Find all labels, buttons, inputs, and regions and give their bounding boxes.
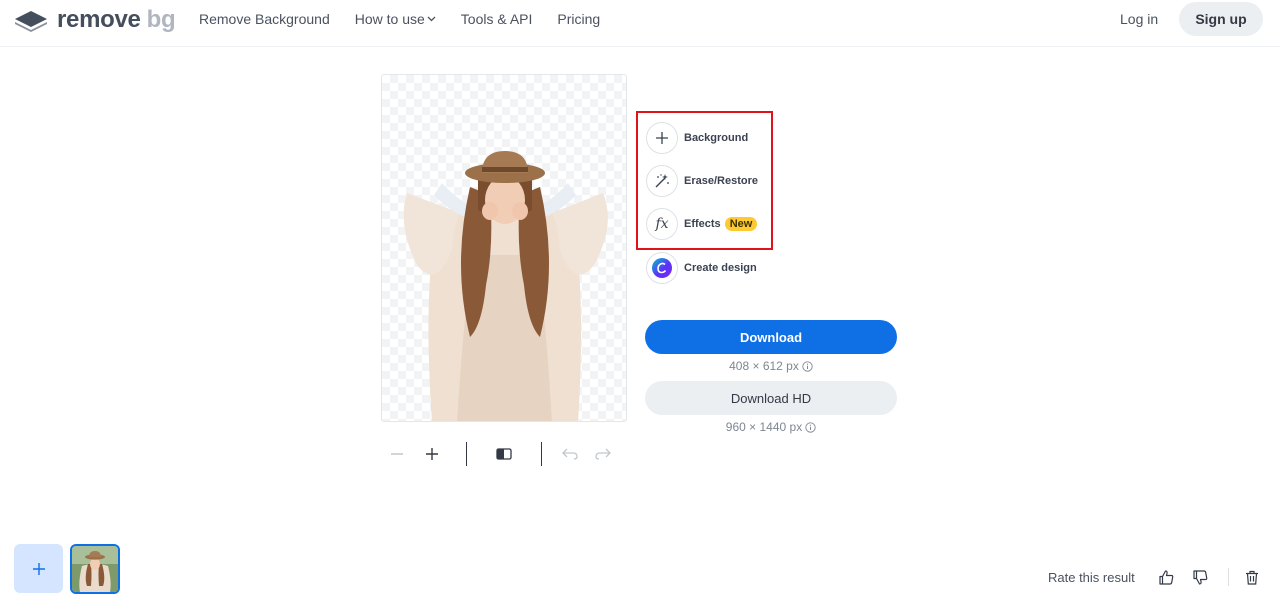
compare-icon[interactable] bbox=[494, 444, 514, 464]
main-nav: Remove Background How to use Tools & API… bbox=[199, 0, 625, 37]
top-navbar: remove bg Remove Background How to use To… bbox=[0, 0, 1280, 47]
tool-erase-restore[interactable]: Erase/Restore bbox=[646, 165, 758, 197]
download-hd-button[interactable]: Download HD bbox=[645, 381, 897, 415]
download-size-text: 408 × 612 px bbox=[729, 359, 799, 373]
nav-how-to-use-label: How to use bbox=[354, 10, 425, 27]
nav-pricing[interactable]: Pricing bbox=[557, 11, 600, 27]
tool-background[interactable]: Background bbox=[646, 122, 748, 154]
download-size: 408 × 612 px bbox=[645, 359, 897, 373]
logo[interactable]: remove bg bbox=[14, 6, 176, 34]
nav-how-to-use[interactable]: How to use bbox=[355, 11, 436, 27]
result-image-preview[interactable] bbox=[381, 74, 627, 422]
info-icon[interactable] bbox=[802, 360, 813, 372]
logo-icon bbox=[15, 11, 47, 32]
logo-text-remove: remove bbox=[57, 6, 141, 33]
trash-icon[interactable] bbox=[1243, 568, 1261, 586]
plus-icon bbox=[32, 562, 45, 575]
new-badge: New bbox=[724, 217, 758, 231]
toolbar-divider bbox=[541, 442, 542, 466]
toolbar-divider bbox=[466, 442, 467, 466]
nav-tools-api[interactable]: Tools & API bbox=[461, 11, 533, 27]
image-thumbnail[interactable] bbox=[70, 544, 120, 594]
fx-icon: fx bbox=[646, 208, 678, 240]
nav-remove-background[interactable]: Remove Background bbox=[199, 11, 330, 27]
thumbnail-photo bbox=[72, 546, 118, 592]
thumbs-up-icon[interactable] bbox=[1157, 568, 1175, 586]
login-link[interactable]: Log in bbox=[1120, 11, 1158, 27]
tool-background-label: Background bbox=[684, 132, 749, 144]
undo-icon[interactable] bbox=[560, 444, 580, 464]
info-icon[interactable] bbox=[805, 421, 816, 433]
zoom-toolbar bbox=[381, 440, 627, 468]
signup-button[interactable]: Sign up bbox=[1179, 2, 1263, 36]
tool-create-design-label: Create design bbox=[684, 262, 757, 274]
add-image-button[interactable] bbox=[14, 544, 63, 593]
plus-icon bbox=[646, 122, 678, 154]
download-button[interactable]: Download bbox=[645, 320, 897, 354]
tool-effects[interactable]: fx Effects New bbox=[646, 208, 758, 240]
download-hd-size: 960 × 1440 px bbox=[645, 420, 897, 434]
download-hd-size-text: 960 × 1440 px bbox=[725, 420, 803, 434]
rate-result-label: Rate this result bbox=[1048, 570, 1135, 585]
chevron-down-icon bbox=[427, 16, 436, 21]
tool-effects-label: Effects bbox=[684, 218, 721, 230]
logo-text-bg: bg bbox=[146, 6, 176, 33]
cutout-person-image bbox=[403, 151, 608, 421]
redo-icon[interactable] bbox=[593, 444, 613, 464]
footer-divider bbox=[1228, 568, 1229, 586]
tool-create-design[interactable]: Create design bbox=[646, 252, 757, 284]
zoom-out-icon[interactable] bbox=[387, 444, 407, 464]
tool-erase-restore-label: Erase/Restore bbox=[684, 175, 758, 187]
magic-wand-icon bbox=[646, 165, 678, 197]
zoom-in-icon[interactable] bbox=[422, 444, 442, 464]
thumbs-down-icon[interactable] bbox=[1191, 568, 1209, 586]
canva-icon bbox=[646, 252, 678, 284]
